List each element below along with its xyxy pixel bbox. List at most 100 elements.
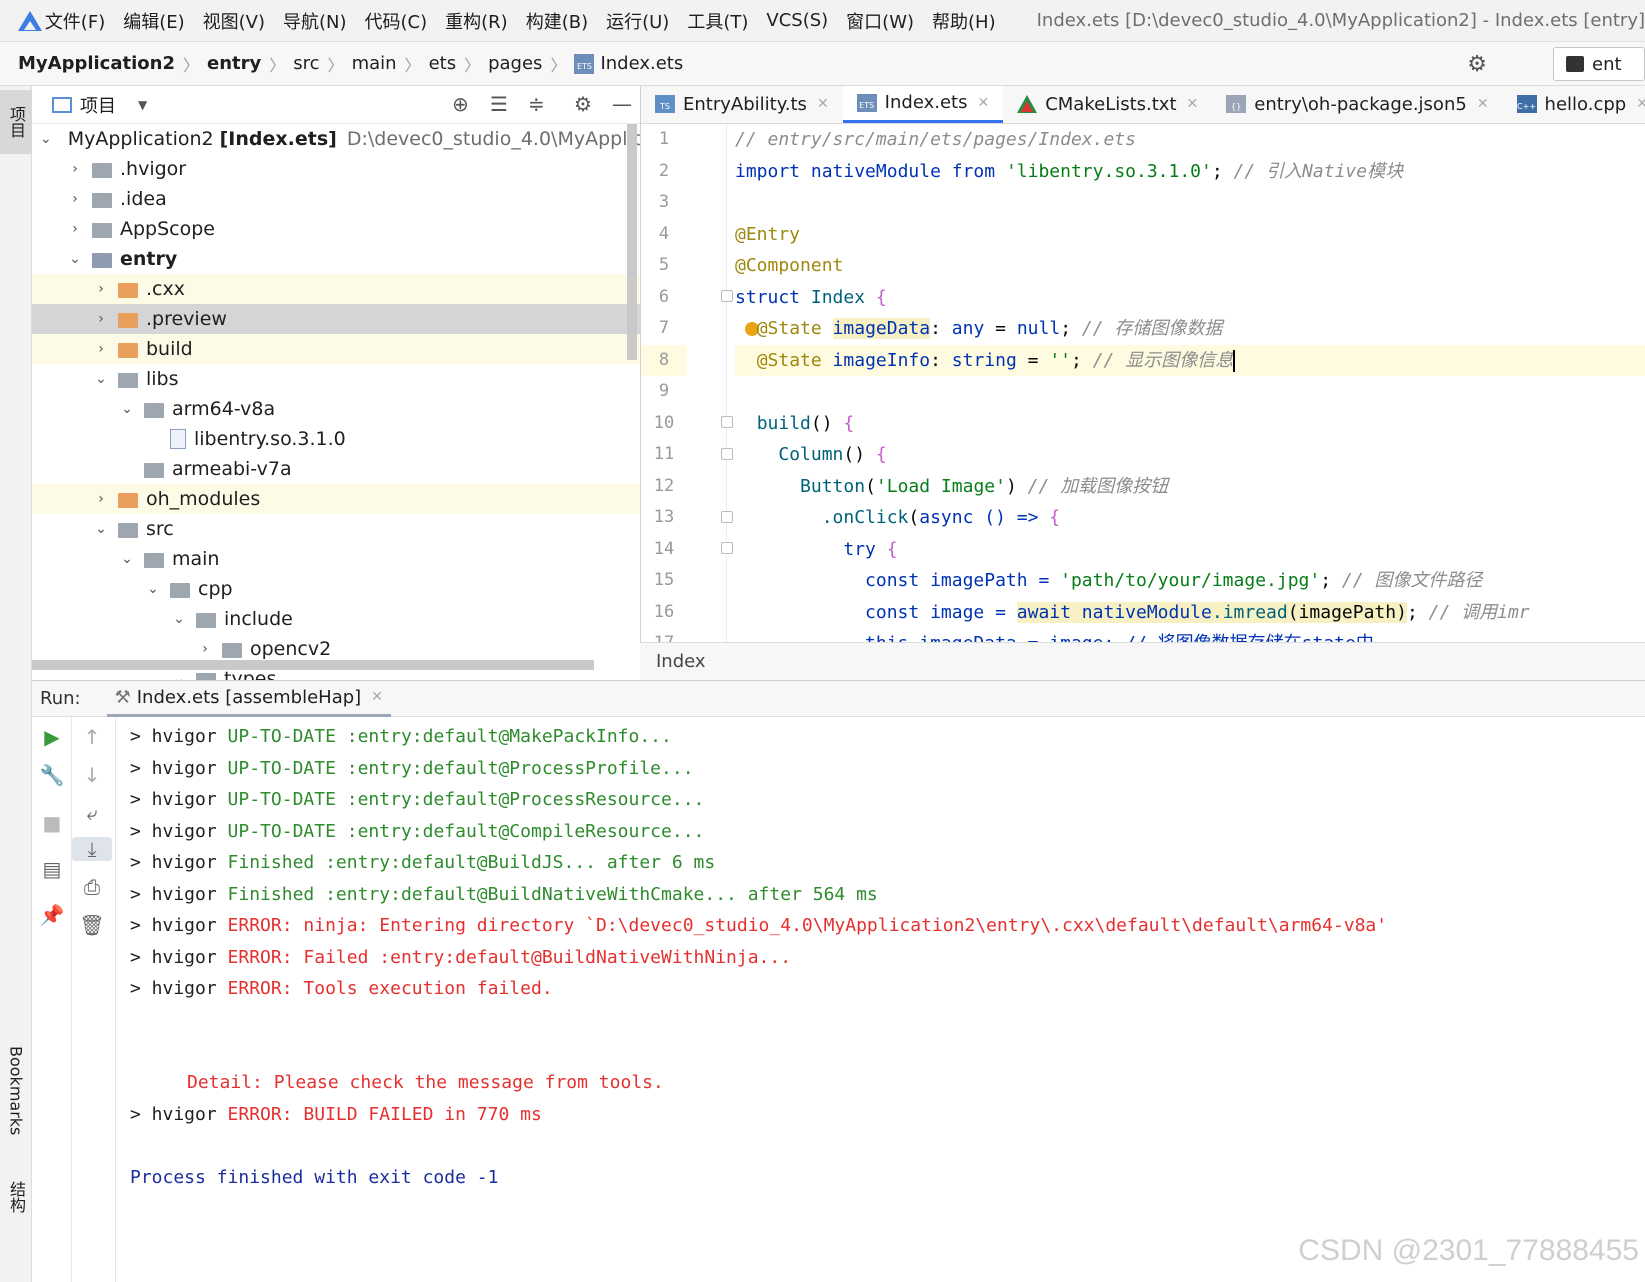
close-icon[interactable]: ✕ <box>1636 96 1645 112</box>
project-view-selector[interactable]: 项目 <box>80 92 116 118</box>
tree-item-hvigor[interactable]: › .hvigor <box>32 154 671 184</box>
chevron-right-icon[interactable]: › <box>92 491 110 507</box>
tree-item-include[interactable]: ⌄ include <box>32 604 671 634</box>
fold-marker-icon[interactable] <box>721 416 733 428</box>
tab-hello-cpp[interactable]: C++ hello.cpp ✕ <box>1503 86 1645 123</box>
tree-item-entry[interactable]: ⌄ entry <box>32 244 671 274</box>
tree-item-appscope[interactable]: › AppScope <box>32 214 671 244</box>
menu-run[interactable]: 运行(U) <box>597 8 678 34</box>
tree-item-libentry[interactable]: libentry.so.3.1.0 <box>32 424 671 454</box>
minimize-icon[interactable]: — <box>612 92 632 116</box>
tree-item-armeabi-v7a[interactable]: armeabi-v7a <box>32 454 671 484</box>
breadcrumb-src[interactable]: src <box>293 53 319 74</box>
fold-marker-icon[interactable] <box>721 448 733 460</box>
run-icon[interactable]: ▶ <box>32 725 72 749</box>
close-icon[interactable]: ✕ <box>977 95 989 111</box>
trash-icon[interactable]: 🗑 <box>72 913 112 937</box>
tree-item-path: D:\devec0_studio_4.0\MyApplication2 <box>346 128 672 150</box>
locate-icon[interactable]: ⊕ <box>452 92 469 116</box>
menu-edit[interactable]: 编辑(E) <box>114 8 193 34</box>
bookmarks-tool-tab[interactable]: Bookmarks <box>0 1036 32 1146</box>
arrow-up-icon[interactable]: ↑ <box>72 725 112 749</box>
menu-help[interactable]: 帮助(H) <box>923 8 1005 34</box>
gear-icon[interactable]: ⚙ <box>574 92 592 116</box>
tree-item-arm64-v8a[interactable]: ⌄ arm64-v8a <box>32 394 671 424</box>
vertical-scrollbar[interactable] <box>627 124 637 360</box>
project-tool-label: 项目 <box>7 106 26 138</box>
pin-icon[interactable]: 📌 <box>32 903 72 927</box>
structure-breadcrumb[interactable]: Index <box>640 642 1645 680</box>
menu-file[interactable]: 文件(F) <box>36 8 114 34</box>
chevron-down-icon[interactable]: ⌄ <box>118 551 136 567</box>
chevron-right-icon[interactable]: › <box>66 191 84 207</box>
tree-item-src[interactable]: ⌄ src <box>32 514 671 544</box>
run-tab[interactable]: ⚒ Index.ets [assembleHap] ✕ <box>106 681 391 717</box>
close-icon[interactable]: ✕ <box>817 96 829 112</box>
chevron-down-icon[interactable]: ⌄ <box>92 371 110 387</box>
tree-item-cxx[interactable]: › .cxx <box>32 274 671 304</box>
arrow-down-icon[interactable]: ↓ <box>72 763 112 787</box>
tree-item-idea[interactable]: › .idea <box>32 184 671 214</box>
chevron-down-icon[interactable]: ⌄ <box>118 401 136 417</box>
menu-code[interactable]: 代码(C) <box>356 8 437 34</box>
close-icon[interactable]: ✕ <box>1187 96 1199 112</box>
wrench-icon[interactable]: 🔧 <box>32 763 72 787</box>
menu-window[interactable]: 窗口(W) <box>837 8 923 34</box>
run-configuration-selector[interactable]: ent <box>1553 47 1645 81</box>
close-icon[interactable]: ✕ <box>371 689 383 705</box>
chevron-down-icon[interactable]: ⌄ <box>40 131 52 147</box>
menu-view[interactable]: 视图(V) <box>194 8 274 34</box>
chevron-down-icon[interactable]: ⌄ <box>144 581 162 597</box>
fold-marker-icon[interactable] <box>721 542 733 554</box>
chevron-down-icon[interactable]: ▼ <box>138 98 147 112</box>
gear-icon[interactable]: ⚙ <box>1467 52 1487 77</box>
collapse-all-icon[interactable]: ≑ <box>528 92 545 116</box>
horizontal-scrollbar[interactable] <box>32 660 594 670</box>
fold-marker-icon[interactable] <box>721 511 733 523</box>
tab-oh-package[interactable]: {} entry\oh-package.json5 ✕ <box>1212 86 1502 123</box>
chevron-right-icon[interactable]: › <box>66 221 84 237</box>
tree-item-oh-modules[interactable]: › oh_modules <box>32 484 671 514</box>
menu-build[interactable]: 构建(B) <box>517 8 597 34</box>
tree-item-preview[interactable]: › .preview <box>32 304 671 334</box>
tree-item-main[interactable]: ⌄ main <box>32 544 671 574</box>
tree-item-cpp[interactable]: ⌄ cpp <box>32 574 671 604</box>
chevron-right-icon[interactable]: › <box>92 281 110 297</box>
tab-cmakelists[interactable]: CMakeLists.txt ✕ <box>1003 86 1212 123</box>
print-icon[interactable]: ⎙ <box>72 875 112 899</box>
code-area[interactable]: // entry/src/main/ets/pages/Index.ets im… <box>735 124 1645 686</box>
breadcrumb-file[interactable]: Index.ets <box>600 53 683 74</box>
menu-refactor[interactable]: 重构(R) <box>436 8 517 34</box>
chevron-down-icon[interactable]: ⌄ <box>66 251 84 267</box>
expand-all-icon[interactable]: ☰ <box>490 92 508 116</box>
console-output[interactable]: > hvigor UP-TO-DATE :entry:default@MakeP… <box>130 717 1645 1282</box>
tab-entryability[interactable]: TS EntryAbility.ts ✕ <box>641 86 843 123</box>
tree-item-build[interactable]: › build <box>32 334 671 364</box>
menu-vcs[interactable]: VCS(S) <box>757 10 837 31</box>
chevron-right-icon[interactable]: › <box>92 311 110 327</box>
breadcrumb-project[interactable]: MyApplication2 <box>18 53 175 74</box>
fold-marker-icon[interactable] <box>721 290 733 302</box>
scroll-to-end-icon[interactable]: ⤓ <box>72 837 112 861</box>
breadcrumb-main[interactable]: main <box>352 53 397 74</box>
close-icon[interactable]: ✕ <box>1477 96 1489 112</box>
tree-item-root[interactable]: ⌄ MyApplication2 [Index.ets] D:\devec0_s… <box>32 124 671 154</box>
layout-icon[interactable]: ▤ <box>32 857 72 881</box>
menu-navigate[interactable]: 导航(N) <box>274 8 356 34</box>
project-tool-tab[interactable]: 项目 <box>0 90 32 154</box>
structure-tool-tab[interactable]: 结构 <box>0 1172 32 1222</box>
tree-item-libs[interactable]: ⌄ libs <box>32 364 671 394</box>
chevron-right-icon[interactable]: › <box>92 341 110 357</box>
chevron-down-icon[interactable]: ⌄ <box>92 521 110 537</box>
chevron-down-icon[interactable]: ⌄ <box>170 611 188 627</box>
breadcrumb-pages[interactable]: pages <box>488 53 542 74</box>
soft-wrap-icon[interactable]: ⤶ <box>72 801 112 825</box>
menu-tools[interactable]: 工具(T) <box>678 8 757 34</box>
breadcrumb-entry[interactable]: entry <box>207 53 261 74</box>
tab-index-ets[interactable]: ETS Index.ets ✕ <box>842 86 1004 123</box>
chevron-right-icon[interactable]: › <box>196 641 214 657</box>
breadcrumb-ets[interactable]: ets <box>429 53 457 74</box>
code-punct: = <box>1016 349 1050 371</box>
stop-icon[interactable]: ■ <box>32 811 72 835</box>
chevron-right-icon[interactable]: › <box>66 161 84 177</box>
